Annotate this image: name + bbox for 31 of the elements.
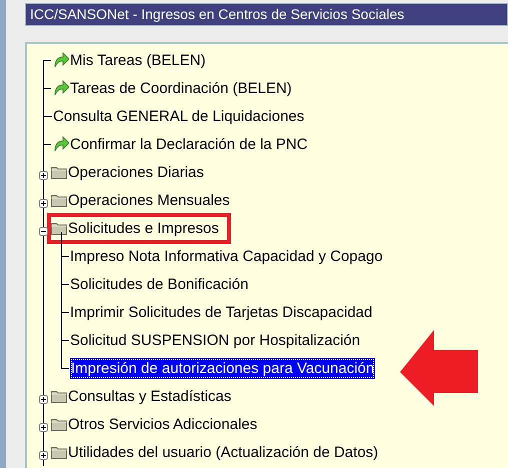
curved-arrow-icon — [53, 136, 69, 152]
folder-icon — [51, 417, 67, 431]
tree-item[interactable]: Solicitud SUSPENSION por Hospitalización — [70, 332, 360, 348]
expand-icon[interactable] — [39, 395, 48, 404]
tree-item[interactable]: Impreso Nota Informativa Capacidad y Copago — [70, 248, 383, 264]
tree-item[interactable]: Consulta GENERAL de Liquidaciones — [53, 108, 304, 124]
tree-item[interactable]: Tareas de Coordinación (BELEN) — [70, 80, 292, 96]
tree-item[interactable]: Imprimir Solicitudes de Tarjetas Discapacidad — [70, 304, 372, 320]
tree-item[interactable]: Operaciones Mensuales — [68, 192, 230, 208]
collapse-icon[interactable] — [39, 227, 48, 236]
folder-icon — [51, 389, 67, 403]
tree-item[interactable]: Utilidades del usuario (Actualización de Datos) — [68, 444, 378, 460]
expand-icon[interactable] — [39, 171, 48, 180]
folder-icon — [51, 221, 67, 235]
tree-item[interactable]: Confirmar la Declaración de la PNC — [70, 136, 308, 152]
tree-item[interactable]: Solicitudes de Bonificación — [70, 276, 248, 292]
curved-arrow-icon — [53, 80, 69, 96]
tree-item[interactable]: Otros Servicios Adiccionales — [68, 416, 258, 432]
folder-icon — [51, 193, 67, 207]
expand-icon[interactable] — [39, 423, 48, 432]
tree-item[interactable]: Operaciones Diarias — [68, 164, 204, 180]
tree-item[interactable]: Solicitudes e Impresos — [68, 220, 219, 236]
expand-icon[interactable] — [39, 451, 48, 460]
tree-item[interactable]: Mis Tareas (BELEN) — [70, 52, 206, 68]
curved-arrow-icon — [53, 52, 69, 68]
folder-icon — [51, 165, 67, 179]
expand-icon[interactable] — [39, 199, 48, 208]
tree-item[interactable]: Impresión de autorizaciones para Vacunación — [70, 358, 376, 378]
folder-icon — [51, 445, 67, 459]
window-title: ICC/SANSONet - Ingresos en Centros de Servicios Sociales — [25, 3, 508, 26]
tree-item[interactable]: Consultas y Estadísticas — [68, 388, 232, 404]
